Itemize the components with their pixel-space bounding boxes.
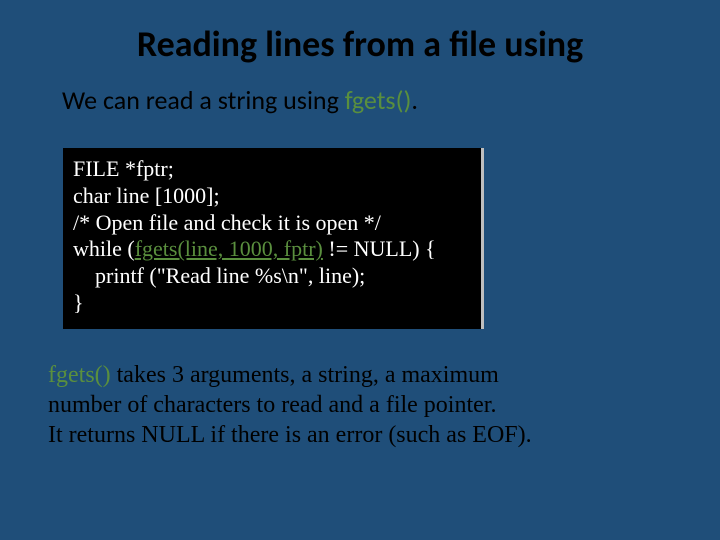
desc-rest3: It returns NULL if there is an error (su…: [48, 422, 532, 448]
code-l4-func: fgets(line, 1000, fptr): [135, 236, 323, 261]
code-l4-prefix: while (: [73, 236, 135, 261]
desc-func: fgets(): [48, 362, 111, 388]
intro-suffix: .: [411, 84, 418, 116]
desc-rest1: takes 3 arguments, a string, a maximum: [111, 362, 499, 388]
code-block: FILE *fptr; char line [1000]; /* Open fi…: [63, 148, 484, 329]
slide-title: Reading lines from a file using: [0, 22, 720, 66]
desc-rest2: number of characters to read and a file …: [48, 392, 496, 418]
intro-line: We can read a string using fgets().: [62, 84, 418, 116]
code-line-1: FILE *fptr;: [73, 156, 471, 183]
code-line-5: printf ("Read line %s\n", line);: [73, 263, 471, 290]
code-line-2: char line [1000];: [73, 183, 471, 210]
description: fgets() takes 3 arguments, a string, a m…: [48, 360, 672, 450]
intro-func: fgets(): [345, 84, 412, 116]
code-line-4: while (fgets(line, 1000, fptr) != NULL) …: [73, 236, 471, 263]
intro-prefix: We can read a string using: [62, 84, 345, 116]
code-l4-suffix: != NULL) {: [323, 236, 436, 261]
code-line-6: }: [73, 290, 471, 317]
code-line-3: /* Open file and check it is open */: [73, 210, 471, 237]
